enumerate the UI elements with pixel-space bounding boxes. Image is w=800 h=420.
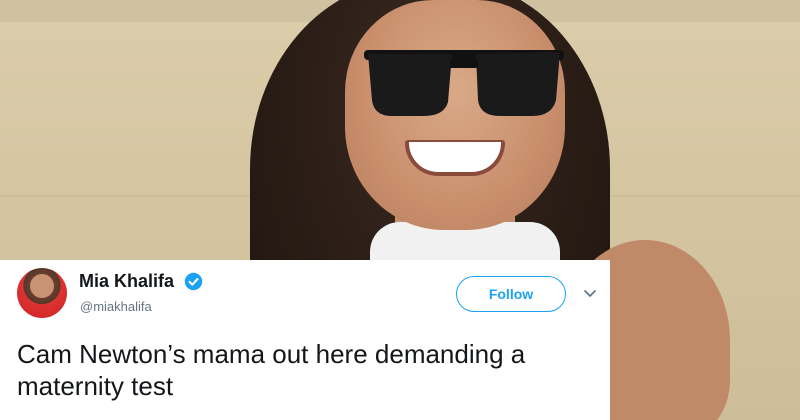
avatar[interactable] [17,268,67,318]
sunglasses [364,50,564,116]
chevron-down-icon[interactable] [583,289,597,299]
tweet-text: Cam Newton’s mama out here demanding a m… [17,339,526,401]
follow-button[interactable]: Follow [456,276,566,312]
smile [405,140,505,176]
verified-badge-icon [184,272,203,291]
display-name[interactable]: Mia Khalifa [79,271,174,292]
avatar-face [30,274,54,298]
username[interactable]: @miakhalifa [80,299,152,314]
